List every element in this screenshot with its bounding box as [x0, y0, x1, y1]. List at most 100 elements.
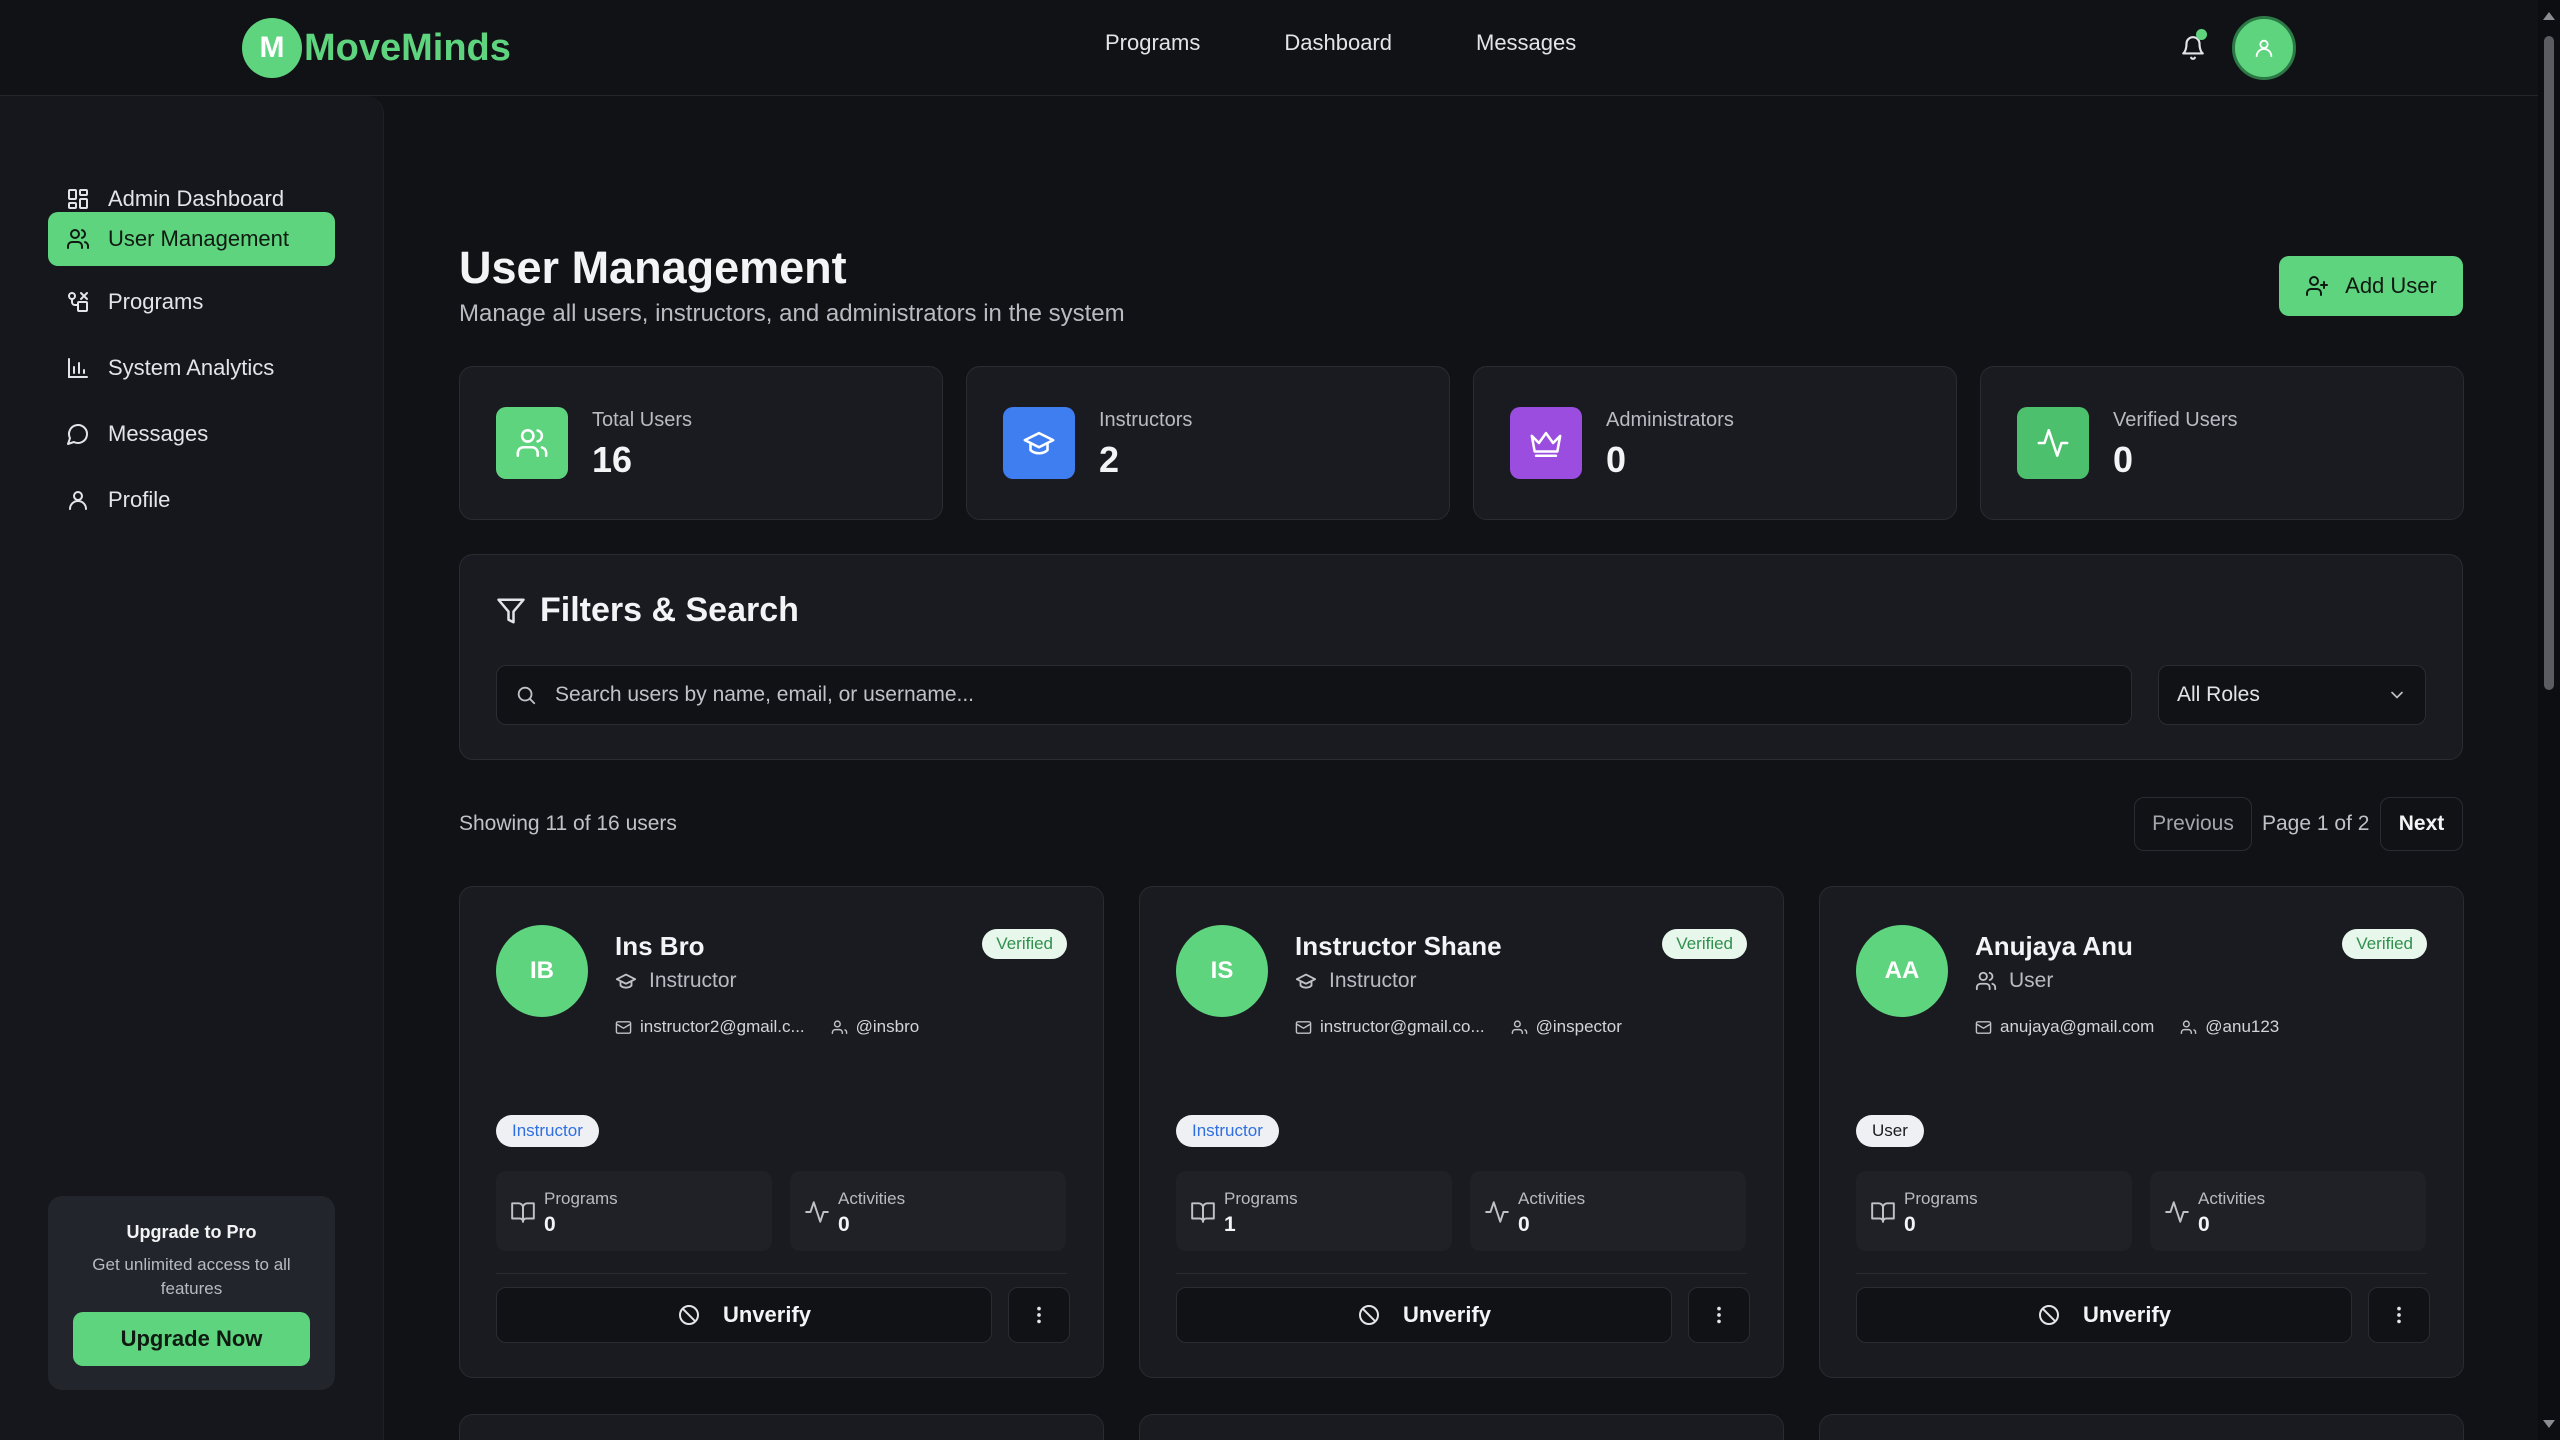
add-user-button[interactable]: Add User: [2279, 256, 2463, 316]
more-vertical-icon: [2388, 1304, 2410, 1326]
user-username: @insbro: [831, 1017, 920, 1037]
activities-stat: Activities 0: [790, 1171, 1066, 1251]
user-email: anujaya@gmail.com: [1975, 1017, 2154, 1037]
unverify-label: Unverify: [722, 1302, 812, 1327]
book-icon: [510, 1199, 536, 1225]
user-email-text: anujaya@gmail.com: [2000, 1017, 2155, 1036]
more-options-button[interactable]: [2368, 1287, 2430, 1343]
user-email: instructor@gmail.co...: [1295, 1017, 1485, 1037]
avatar: IB: [496, 925, 588, 1017]
nav-link-dashboard[interactable]: Dashboard: [1284, 30, 1392, 56]
more-options-button[interactable]: [1688, 1287, 1750, 1343]
sidebar-item-user-management[interactable]: User Management: [48, 212, 335, 266]
more-options-button[interactable]: [1008, 1287, 1070, 1343]
activity-icon: [2164, 1199, 2190, 1225]
user-username-text: @insbro: [855, 1017, 920, 1036]
page-title: User Management: [459, 242, 847, 293]
activities-label: Activities: [838, 1189, 906, 1208]
sidebar-item-programs[interactable]: Programs: [48, 275, 335, 329]
unverify-button[interactable]: Unverify: [1856, 1287, 2352, 1343]
user-username: @anu123: [2180, 1017, 2279, 1037]
role-tag: User: [1856, 1115, 1924, 1147]
search-box: [496, 665, 2132, 725]
sidebar-item-profile[interactable]: Profile: [48, 473, 335, 527]
programs-count: 1: [1224, 1213, 1236, 1236]
scroll-down-arrow-icon[interactable]: [2543, 1420, 2555, 1428]
role-tag: Instructor: [496, 1115, 599, 1147]
unverify-label: Unverify: [2082, 1302, 2172, 1327]
search-input[interactable]: [555, 683, 2115, 707]
unverify-button[interactable]: Unverify: [496, 1287, 992, 1343]
users-icon: [1975, 970, 1997, 992]
scroll-up-arrow-icon[interactable]: [2543, 12, 2555, 20]
brand-badge: M: [242, 18, 302, 78]
users-icon: [496, 407, 568, 479]
more-vertical-icon: [1028, 1304, 1050, 1326]
activities-stat: Activities 0: [2150, 1171, 2426, 1251]
user-meta: instructor2@gmail.c... @insbro: [615, 1017, 945, 1037]
upgrade-now-button[interactable]: Upgrade Now: [73, 1312, 310, 1366]
user-role: User: [1975, 969, 2053, 993]
top-nav-links: Programs Dashboard Messages: [1105, 30, 1576, 56]
programs-count: 0: [1904, 1213, 1916, 1236]
user-icon: [66, 488, 90, 512]
user-card: [1819, 1414, 2464, 1440]
user-username-text: @anu123: [2205, 1017, 2280, 1036]
dashboard-grid-icon: [66, 187, 90, 211]
user-username-text: @inspector: [1535, 1017, 1622, 1036]
nav-link-programs[interactable]: Programs: [1105, 30, 1200, 56]
activities-stat: Activities 0: [1470, 1171, 1746, 1251]
user-avatar-button[interactable]: [2232, 16, 2296, 80]
upgrade-title: Upgrade to Pro: [126, 1222, 257, 1242]
unverify-button[interactable]: Unverify: [1176, 1287, 1672, 1343]
sidebar-item-system-analytics[interactable]: System Analytics: [48, 341, 335, 395]
user-email-text: instructor2@gmail.c...: [640, 1017, 805, 1036]
brand-logo[interactable]: M MoveMinds: [242, 18, 511, 78]
message-icon: [66, 422, 90, 446]
filters-title: Filters & Search: [540, 591, 799, 629]
role-select[interactable]: All Roles: [2158, 665, 2426, 725]
notification-dot: [2196, 29, 2207, 40]
status-badge: Verified: [2342, 929, 2427, 959]
stat-label: Administrators: [1606, 409, 1734, 431]
filter-icon: [496, 596, 526, 626]
user-role-label: User: [2009, 969, 2054, 992]
programs-stat: Programs 0: [1856, 1171, 2132, 1251]
stat-label: Total Users: [592, 409, 693, 431]
scrollbar-thumb[interactable]: [2544, 36, 2554, 690]
user-role-label: Instructor: [1329, 969, 1417, 992]
nav-link-messages[interactable]: Messages: [1476, 30, 1576, 56]
book-icon: [1190, 1199, 1216, 1225]
sidebar-item-messages[interactable]: Messages: [48, 407, 335, 461]
programs-count: 0: [544, 1213, 556, 1236]
previous-page-button[interactable]: Previous: [2134, 797, 2252, 851]
user-card: [459, 1414, 1104, 1440]
activities-label: Activities: [1518, 1189, 1586, 1208]
results-count: Showing 11 of 16 users: [459, 812, 677, 835]
avatar: AA: [1856, 925, 1948, 1017]
next-page-button[interactable]: Next: [2380, 797, 2463, 851]
programs-icon: [66, 290, 90, 314]
users-icon: [1511, 1019, 1528, 1036]
programs-stat: Programs 1: [1176, 1171, 1452, 1251]
user-card: AA Anujaya Anu User Verified anujaya@gma…: [1819, 886, 2464, 1378]
ban-icon: [677, 1303, 701, 1327]
book-icon: [1870, 1199, 1896, 1225]
user-name: Anujaya Anu: [1975, 931, 2133, 961]
user-username: @inspector: [1511, 1017, 1622, 1037]
user-role: Instructor: [1295, 969, 1417, 993]
ban-icon: [1357, 1303, 1381, 1327]
user-meta: anujaya@gmail.com @anu123: [1975, 1017, 2305, 1037]
programs-stat: Programs 0: [496, 1171, 772, 1251]
users-icon: [2180, 1019, 2197, 1036]
graduation-cap-icon: [1295, 970, 1317, 992]
ban-icon: [2037, 1303, 2061, 1327]
user-card: IB Ins Bro Instructor Verified instructo…: [459, 886, 1104, 1378]
role-tag: Instructor: [1176, 1115, 1279, 1147]
page-scrollbar[interactable]: [2538, 0, 2560, 1440]
user-icon: [2253, 37, 2275, 59]
users-icon: [831, 1019, 848, 1036]
user-email: instructor2@gmail.c...: [615, 1017, 805, 1037]
user-email-text: instructor@gmail.co...: [1320, 1017, 1485, 1036]
user-meta: instructor@gmail.co... @inspector: [1295, 1017, 1648, 1037]
